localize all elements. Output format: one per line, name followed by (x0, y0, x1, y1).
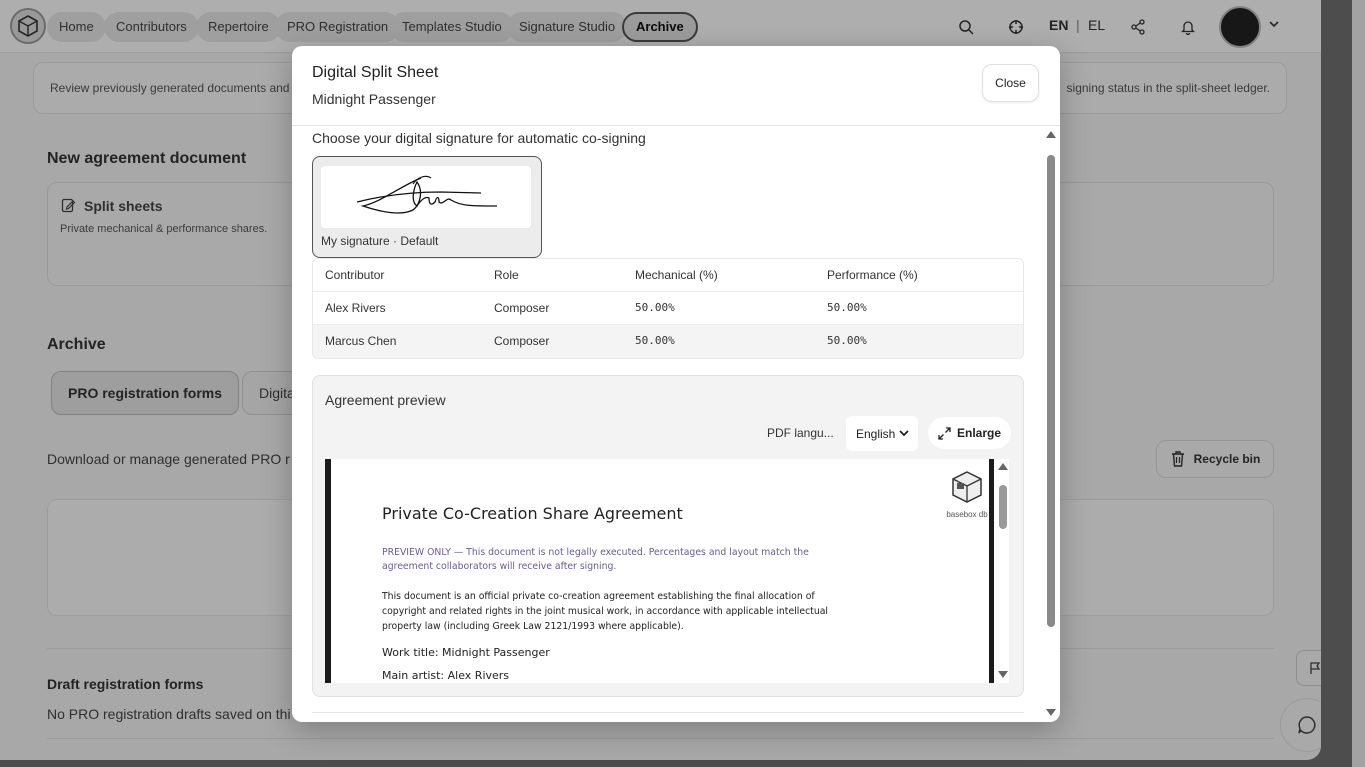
pdf-scroll-thumb[interactable] (999, 485, 1007, 529)
split-sheet-modal: Digital Split Sheet Midnight Passenger C… (292, 46, 1060, 722)
divider (312, 712, 1024, 713)
doc-body-text: This document is an official private co-… (382, 591, 828, 632)
cell-performance: 50.00% (827, 301, 867, 314)
doc-title: Private Co-Creation Share Agreement (382, 504, 683, 523)
scroll-up-icon[interactable] (1046, 131, 1056, 138)
scroll-down-icon[interactable] (998, 671, 1008, 678)
column-header: Performance (%) (827, 268, 918, 282)
doc-preview-note: PREVIEW ONLY — This document is not lega… (382, 547, 809, 572)
close-button[interactable]: Close (982, 64, 1039, 102)
modal-title: Digital Split Sheet (312, 64, 439, 81)
pdf-language-select[interactable]: English (846, 416, 918, 451)
cell-mechanical: 50.00% (635, 334, 675, 347)
handwritten-signature-icon (356, 175, 498, 214)
cell-performance: 50.00% (827, 334, 867, 347)
doc-logo: basebox db (942, 469, 992, 519)
scroll-up-icon[interactable] (998, 463, 1008, 470)
table-row: Alex Rivers Composer 50.00% 50.00% (313, 292, 1023, 325)
table-row: Marcus Chen Composer 50.00% 50.00% (313, 325, 1023, 358)
enlarge-label: Enlarge (956, 426, 1001, 440)
pdf-preview-frame[interactable]: Private Co-Creation Share Agreement PREV… (325, 459, 1009, 683)
column-header: Mechanical (%) (635, 268, 718, 282)
enlarge-button[interactable]: Enlarge (928, 417, 1011, 449)
modal-subtitle: Midnight Passenger (312, 91, 436, 107)
modal-header: Digital Split Sheet Midnight Passenger C… (292, 46, 1060, 126)
shares-table: Contributor Role Mechanical (%) Performa… (312, 258, 1024, 359)
agreement-preview-panel: Agreement preview PDF langu... English E… (312, 375, 1024, 697)
modal-body[interactable]: Choose your digital signature for automa… (292, 127, 1060, 722)
modal-scrollbar[interactable] (1042, 127, 1060, 722)
pdf-language-label: PDF langu... (767, 426, 834, 440)
column-header: Role (494, 268, 519, 282)
cell-role: Composer (494, 301, 550, 315)
computer-logo-icon (952, 471, 982, 503)
cell-contributor: Marcus Chen (325, 334, 397, 348)
cell-role: Composer (494, 334, 550, 348)
column-header: Contributor (325, 268, 385, 282)
chevron-down-icon (899, 430, 909, 437)
table-header-row: Contributor Role Mechanical (%) Performa… (313, 259, 1023, 292)
signature-option[interactable]: My signature · Default (312, 156, 542, 258)
doc-logo-caption: basebox db (946, 510, 988, 519)
signature-image (321, 166, 531, 228)
cell-contributor: Alex Rivers (325, 301, 386, 315)
cell-mechanical: 50.00% (635, 301, 675, 314)
modal-scroll-thumb[interactable] (1047, 155, 1055, 627)
scroll-down-icon[interactable] (1046, 709, 1056, 716)
pdf-scrollbar[interactable] (989, 459, 1009, 683)
agreement-preview-title: Agreement preview (325, 392, 446, 408)
pdf-language-value: English (856, 426, 896, 441)
choose-signature-label: Choose your digital signature for automa… (312, 130, 646, 146)
expand-icon (938, 426, 951, 440)
signature-name: My signature · Default (321, 234, 439, 248)
doc-main-artist: Main artist: Alex Rivers (382, 669, 510, 682)
doc-work-title: Work title: Midnight Passenger (382, 646, 550, 659)
